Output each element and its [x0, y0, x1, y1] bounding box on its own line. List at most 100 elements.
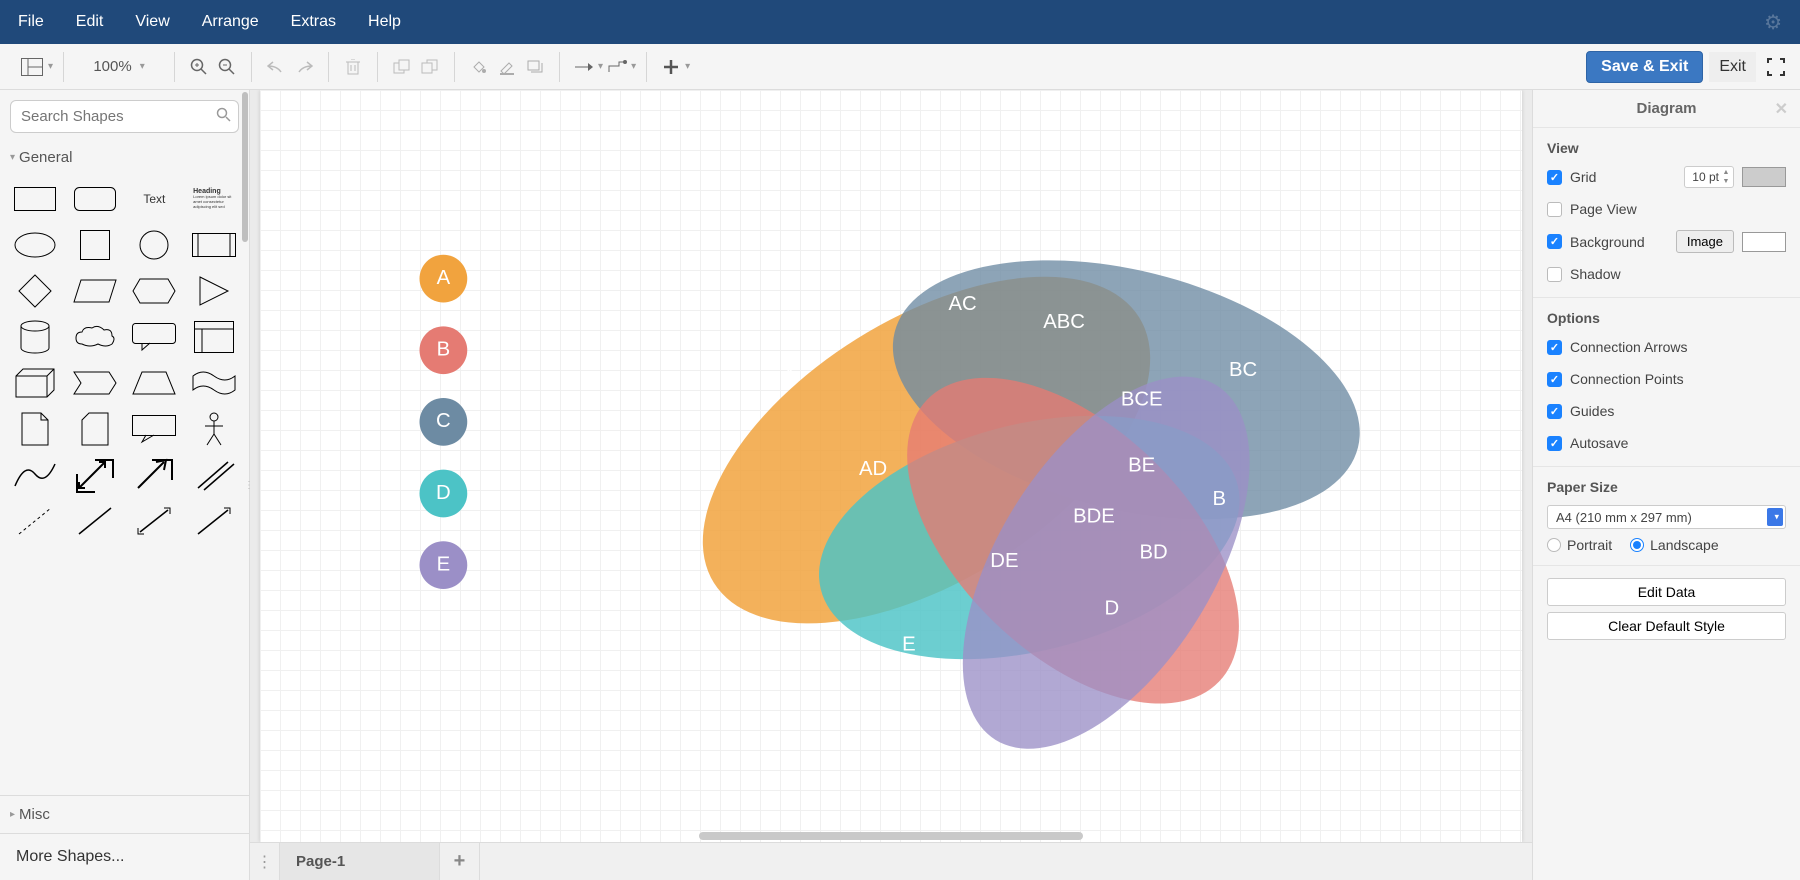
pageview-checkbox[interactable]	[1547, 202, 1562, 217]
svg-text:A: A	[437, 267, 451, 289]
portrait-radio[interactable]: Portrait	[1547, 537, 1612, 553]
paper-size-select[interactable]: A4 (210 mm x 297 mm)▾	[1547, 505, 1786, 529]
shape-card[interactable]	[70, 410, 120, 448]
to-back-icon[interactable]	[416, 53, 444, 81]
shape-callout2[interactable]	[130, 410, 180, 448]
fill-color-icon[interactable]	[465, 53, 493, 81]
background-image-button[interactable]: Image	[1676, 230, 1734, 253]
shape-arrow[interactable]	[130, 456, 180, 494]
shape-line-arrows[interactable]	[130, 502, 180, 540]
save-exit-button[interactable]: Save & Exit	[1586, 51, 1703, 83]
svg-text:BE: BE	[1128, 454, 1155, 476]
svg-text:DE: DE	[990, 550, 1018, 572]
shape-triangle[interactable]	[189, 272, 239, 310]
shape-double-line[interactable]	[189, 456, 239, 494]
shape-trapezoid[interactable]	[130, 364, 180, 402]
format-panel: Diagram ✕ View Grid 10 pt▲▼ Page View Ba…	[1532, 90, 1800, 880]
shape-diamond[interactable]	[10, 272, 60, 310]
chevron-down-icon[interactable]: ▾	[48, 61, 53, 72]
shape-circle[interactable]	[130, 226, 180, 264]
shape-bidirectional-arrow[interactable]	[70, 456, 120, 494]
insert-icon[interactable]	[657, 53, 685, 81]
shape-directional-line[interactable]	[189, 502, 239, 540]
edit-data-button[interactable]: Edit Data	[1547, 578, 1786, 606]
shape-square[interactable]	[70, 226, 120, 264]
shape-hexagon[interactable]	[130, 272, 180, 310]
horizontal-scrollbar[interactable]	[699, 832, 1084, 840]
connection-icon[interactable]	[570, 53, 598, 81]
landscape-radio[interactable]: Landscape	[1630, 537, 1719, 553]
shape-curve[interactable]	[10, 456, 60, 494]
shape-cylinder[interactable]	[10, 318, 60, 356]
shape-cube[interactable]	[10, 364, 60, 402]
redo-icon[interactable]	[290, 53, 318, 81]
menu-view[interactable]: View	[135, 13, 169, 31]
svg-text:B: B	[1212, 488, 1226, 510]
shape-cloud[interactable]	[70, 318, 120, 356]
svg-text:BD: BD	[1140, 541, 1168, 563]
shape-note[interactable]	[10, 410, 60, 448]
waypoint-icon[interactable]	[603, 53, 631, 81]
guides-checkbox[interactable]	[1547, 404, 1562, 419]
menu-file[interactable]: File	[18, 13, 44, 31]
menu-arrange[interactable]: Arrange	[202, 13, 259, 31]
delete-icon[interactable]	[339, 53, 367, 81]
gear-icon[interactable]: ⚙	[1764, 10, 1782, 35]
background-checkbox[interactable]	[1547, 234, 1562, 249]
shape-step[interactable]	[70, 364, 120, 402]
svg-text:BDE: BDE	[1073, 506, 1115, 528]
grid-color-swatch[interactable]	[1742, 167, 1786, 187]
section-misc[interactable]: Misc	[0, 796, 249, 833]
chevron-down-icon[interactable]: ▾	[685, 61, 690, 72]
add-page-button[interactable]: +	[440, 843, 480, 880]
grid-checkbox[interactable]	[1547, 170, 1562, 185]
menu-help[interactable]: Help	[368, 13, 401, 31]
clear-style-button[interactable]: Clear Default Style	[1547, 612, 1786, 640]
zoom-in-icon[interactable]	[185, 53, 213, 81]
exit-button[interactable]: Exit	[1709, 52, 1756, 82]
svg-text:B: B	[437, 339, 451, 361]
menu-edit[interactable]: Edit	[76, 13, 104, 31]
zoom-level[interactable]: 100%▾	[74, 58, 164, 75]
canvas[interactable]: A B C D E	[260, 90, 1522, 842]
shape-parallelogram[interactable]	[70, 272, 120, 310]
shape-process[interactable]	[189, 226, 239, 264]
paper-size-heading: Paper Size	[1547, 479, 1786, 495]
shape-rectangle[interactable]	[10, 180, 60, 218]
conn-points-checkbox[interactable]	[1547, 372, 1562, 387]
options-heading: Options	[1547, 310, 1786, 326]
shape-heading[interactable]: HeadingLorem ipsum dolor sit amet consec…	[189, 180, 239, 218]
sidebar-toggle-icon[interactable]	[18, 53, 46, 81]
shape-actor[interactable]	[189, 410, 239, 448]
menu-extras[interactable]: Extras	[291, 13, 336, 31]
shape-dashed-line[interactable]	[10, 502, 60, 540]
search-shapes-input[interactable]	[10, 100, 239, 133]
svg-text:C: C	[1284, 299, 1299, 321]
shape-frame[interactable]	[189, 318, 239, 356]
background-color-swatch[interactable]	[1742, 232, 1786, 252]
more-shapes-button[interactable]: More Shapes...	[0, 833, 249, 880]
scrollbar-thumb[interactable]	[242, 92, 248, 242]
autosave-checkbox[interactable]	[1547, 436, 1562, 451]
to-front-icon[interactable]	[388, 53, 416, 81]
shape-callout[interactable]	[130, 318, 180, 356]
shadow-icon[interactable]	[521, 53, 549, 81]
svg-text:D: D	[436, 482, 451, 504]
shape-rounded-rectangle[interactable]	[70, 180, 120, 218]
shape-ellipse[interactable]	[10, 226, 60, 264]
shape-tape[interactable]	[189, 364, 239, 402]
conn-arrows-checkbox[interactable]	[1547, 340, 1562, 355]
line-color-icon[interactable]	[493, 53, 521, 81]
undo-icon[interactable]	[262, 53, 290, 81]
shape-line[interactable]	[70, 502, 120, 540]
fullscreen-icon[interactable]	[1762, 53, 1790, 81]
shape-text[interactable]: Text	[130, 180, 180, 218]
page-tab-1[interactable]: Page-1	[280, 843, 440, 880]
chevron-down-icon[interactable]: ▾	[631, 61, 636, 72]
shadow-checkbox[interactable]	[1547, 267, 1562, 282]
close-icon[interactable]: ✕	[1775, 99, 1788, 119]
section-general[interactable]: General	[0, 143, 249, 172]
zoom-out-icon[interactable]	[213, 53, 241, 81]
grid-size-input[interactable]: 10 pt▲▼	[1684, 166, 1734, 188]
tab-menu-icon[interactable]: ⋮	[250, 843, 280, 880]
